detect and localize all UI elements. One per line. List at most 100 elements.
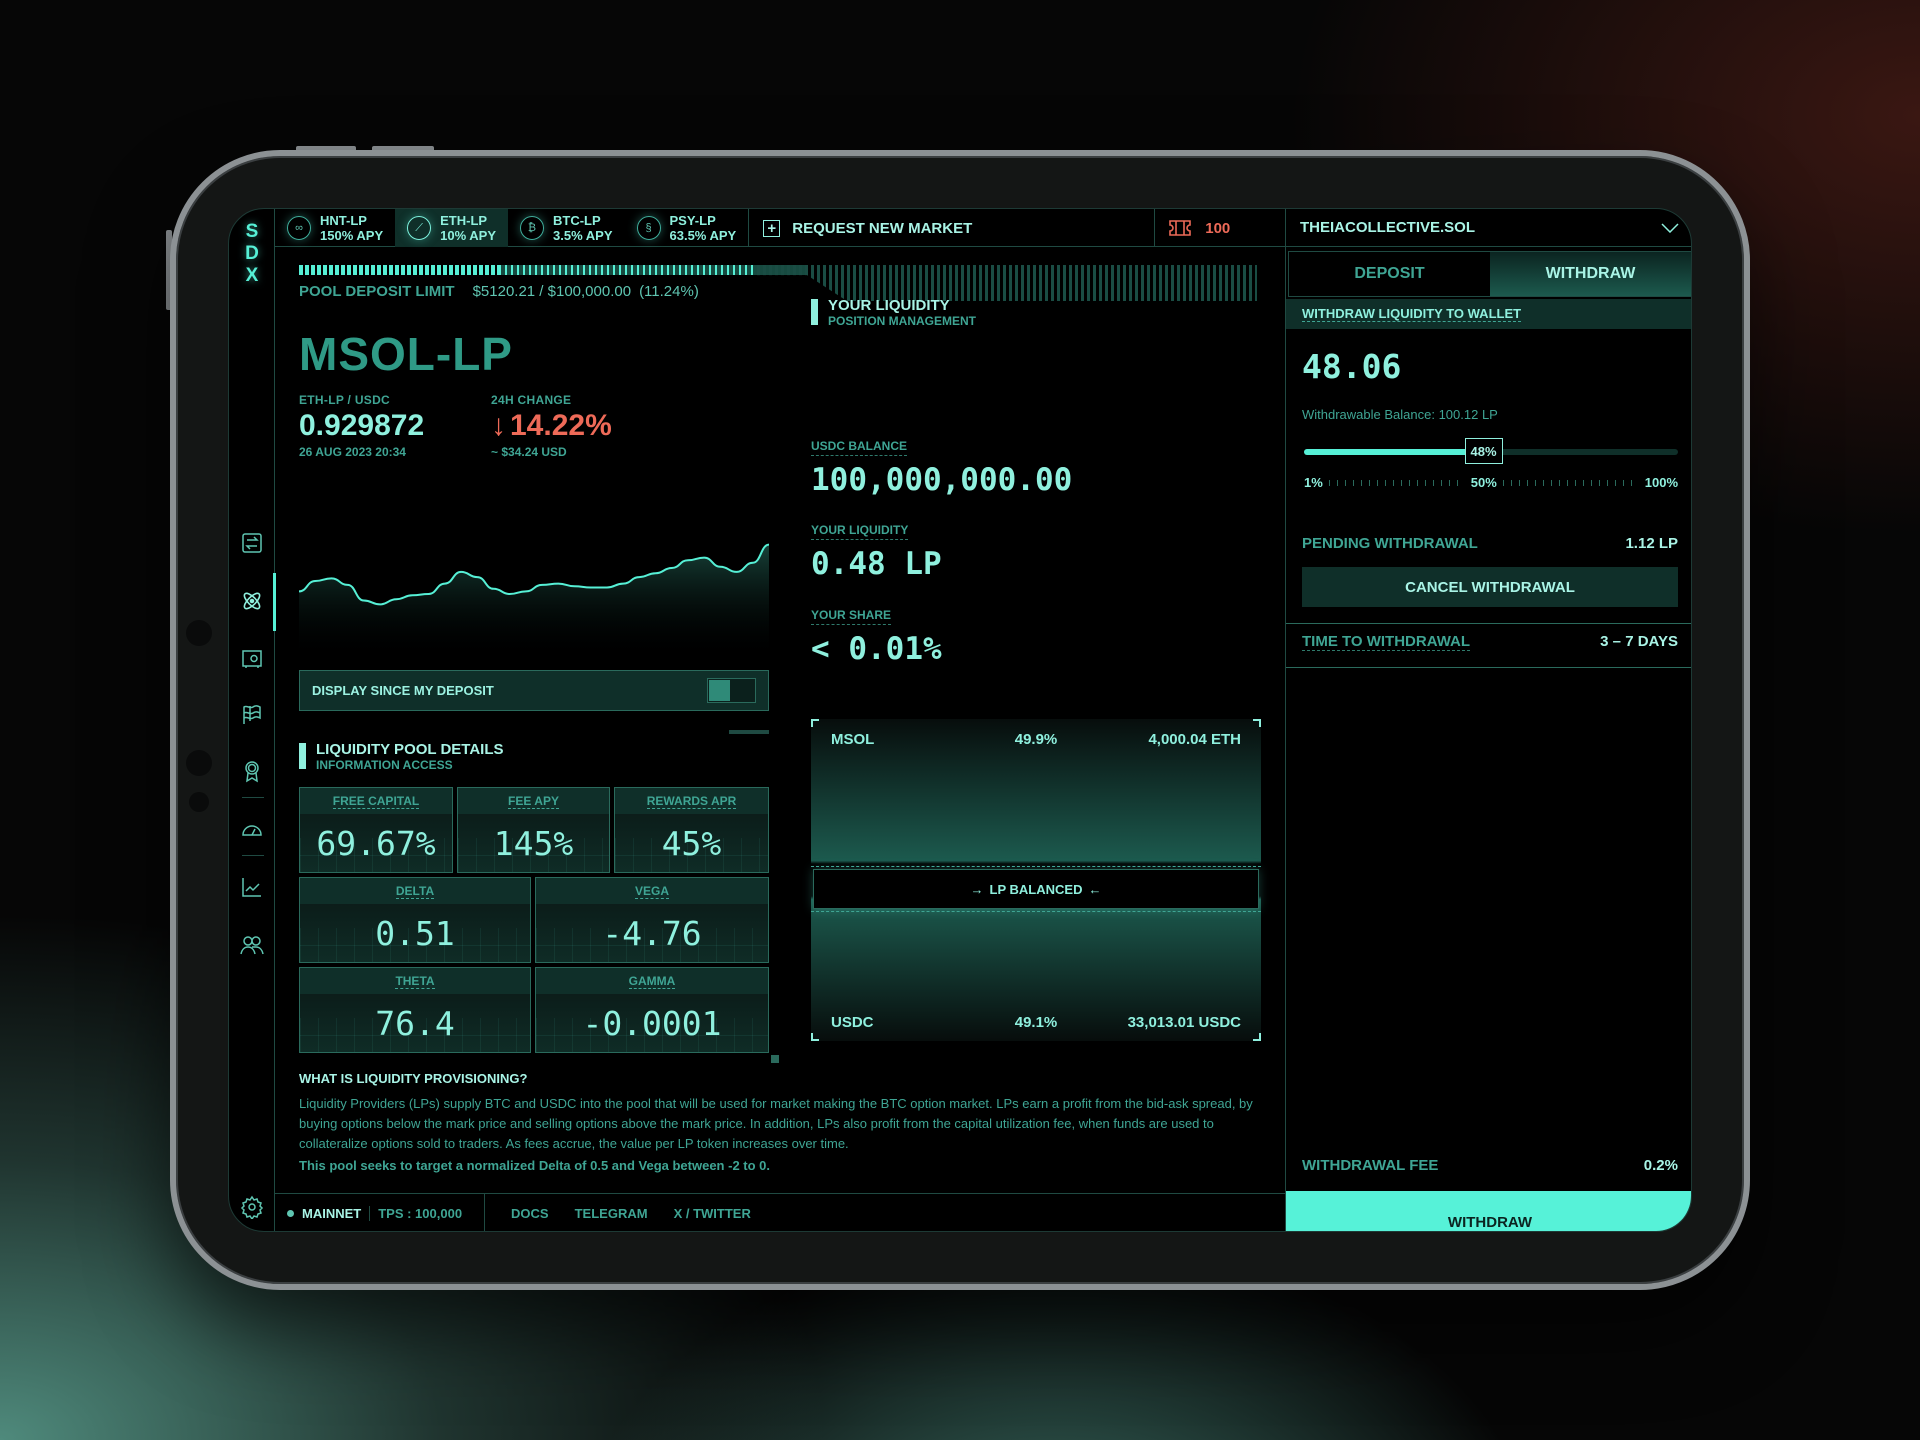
balance-asset: USDC (831, 1014, 874, 1031)
ticket-icon (1169, 220, 1192, 236)
gauge-icon[interactable] (240, 817, 264, 841)
stat-label: FEE APY (508, 794, 559, 809)
pool-details-title: LIQUIDITY POOL DETAILS (316, 741, 504, 758)
withdrawal-fee-label: WITHDRAWAL FEE (1302, 1157, 1439, 1174)
divider (811, 866, 1261, 867)
pair-price: 0.929872 (299, 409, 425, 442)
footer-bar: MAINNET TPS : 100,000 DOCS TELEGRAM X / … (275, 1193, 1285, 1231)
market-tab-psy[interactable]: § PSY-LP 63.5% APY (625, 209, 749, 247)
withdraw-percent-slider[interactable]: 48% (1304, 438, 1678, 464)
resize-handle (771, 1055, 779, 1063)
account-dropdown[interactable]: THEIACOLLECTIVE.SOL (1286, 209, 1691, 247)
chevron-down-icon (1661, 222, 1679, 233)
withdrawal-fee: WITHDRAWAL FEE 0.2% (1302, 1157, 1678, 1174)
usdc-balance: USDC BALANCE 100,000,000.00 (811, 437, 1072, 498)
deposit-limit-text: POOL DEPOSIT LIMIT $5120.21 / $100,000.00… (299, 283, 707, 300)
stat-value: 69.67% (316, 824, 436, 863)
vault-icon[interactable] (240, 647, 264, 671)
arrow-right-icon: → (970, 881, 984, 897)
greek-value: -0.0001 (582, 1004, 722, 1043)
decorative-line (729, 730, 769, 734)
settings-icon[interactable] (240, 1195, 264, 1221)
stat-label: REWARDS APR (646, 794, 737, 809)
docs-link[interactable]: DOCS (511, 1206, 549, 1221)
tickets-button[interactable]: 100 (1154, 209, 1260, 247)
network-name: MAINNET (302, 1206, 362, 1221)
your-liquidity-header: YOUR LIQUIDITY POSITION MANAGEMENT (811, 297, 976, 328)
deposit-limit-value: $5120.21 / $100,000.00 (472, 283, 632, 300)
withdraw-panel: THEIACOLLECTIVE.SOL DEPOSIT WITHDRAW WIT… (1285, 209, 1691, 1231)
toggle-label: DISPLAY SINCE MY DEPOSIT (312, 683, 494, 698)
account-name: THEIACOLLECTIVE.SOL (1300, 219, 1476, 236)
deposit-limit-decoration (757, 265, 1257, 301)
flag-icon[interactable] (240, 703, 264, 727)
lp-balanced-status: → LP BALANCED ← (813, 869, 1259, 909)
balance-amount: 4,000.04 ETH (1148, 731, 1241, 748)
tab-withdraw[interactable]: WITHDRAW (1490, 252, 1691, 296)
change-value: 14.22% (510, 409, 612, 442)
market-tabs-bar: ∞ HNT-LP 150% APY ⟋ ETH-LP 10% APY ₿ BTC-L… (275, 209, 1285, 247)
change-block: 24H CHANGE ↓ 14.22% ~ $34.24 USD (491, 393, 612, 459)
greek-label: VEGA (634, 884, 669, 899)
withdrawal-fee-value: 0.2% (1643, 1157, 1678, 1174)
balance-row-bottom: USDC 49.1% 33,013.01 USDC (831, 1014, 1241, 1031)
corner-bracket (811, 719, 819, 727)
greek-theta: THETA 76.4 (299, 967, 531, 1053)
users-icon[interactable] (240, 933, 264, 957)
section-accent-bar (299, 743, 306, 769)
greek-label: THETA (395, 974, 435, 989)
market-apy: 10% APY (440, 228, 496, 243)
info-body: Liquidity Providers (LPs) supply BTC and… (299, 1096, 1253, 1151)
market-tab-btc[interactable]: ₿ BTC-LP 3.5% APY (508, 209, 625, 247)
market-apy: 150% APY (320, 228, 384, 243)
chart-line-icon[interactable] (240, 875, 264, 899)
withdraw-amount-input[interactable]: 48.06 (1302, 347, 1401, 386)
slider-tick-min: 1% (1304, 475, 1323, 490)
pool-details-header: LIQUIDITY POOL DETAILS INFORMATION ACCES… (299, 741, 504, 772)
ticket-count: 100 (1205, 219, 1231, 237)
balance-percent: 49.9% (1014, 731, 1058, 748)
toggle-knob (709, 680, 730, 701)
network-status: MAINNET TPS : 100,000 (275, 1193, 486, 1231)
toggle-switch[interactable] (707, 678, 756, 703)
withdraw-submit-button[interactable]: WITHDRAW (1286, 1191, 1691, 1231)
telegram-link[interactable]: TELEGRAM (575, 1206, 648, 1221)
greek-value: -4.76 (602, 914, 702, 953)
market-tab-eth[interactable]: ⟋ ETH-LP 10% APY (395, 209, 508, 247)
twitter-link[interactable]: X / TWITTER (674, 1206, 751, 1221)
your-liquidity-label: YOUR LIQUIDITY (811, 523, 909, 540)
usdc-balance-label: USDC BALANCE (811, 439, 907, 456)
sdx-logo: S D X (245, 221, 259, 286)
pool-details-subtitle: INFORMATION ACCESS (316, 758, 453, 772)
info-target: This pool seeks to target a normalized D… (299, 1158, 771, 1173)
atom-icon[interactable] (240, 589, 264, 613)
cancel-withdrawal-button[interactable]: CANCEL WITHDRAWAL (1302, 567, 1678, 607)
divider (1286, 623, 1691, 624)
eth-icon: ⟋ (407, 216, 432, 240)
tab-deposit[interactable]: DEPOSIT (1289, 252, 1490, 296)
display-since-deposit-toggle[interactable]: DISPLAY SINCE MY DEPOSIT (299, 670, 769, 711)
deposit-limit-progress (299, 265, 805, 275)
swap-icon[interactable] (240, 531, 264, 555)
time-to-withdrawal-label: TIME TO WITHDRAWAL (1302, 633, 1471, 651)
arrow-left-icon: ← (1088, 881, 1102, 897)
award-icon[interactable] (240, 759, 264, 783)
device-camera (189, 792, 209, 812)
slider-tick-mid: 50% (1470, 475, 1497, 490)
market-tab-hnt[interactable]: ∞ HNT-LP 150% APY (275, 209, 395, 247)
your-liquidity-title: YOUR LIQUIDITY (828, 297, 950, 314)
sidebar-divider (242, 855, 264, 856)
change-label: 24H CHANGE (491, 393, 572, 407)
sidebar-divider (242, 797, 264, 798)
slider-ticks: 1% 50% 100% (1304, 475, 1678, 490)
stat-value: 45% (661, 824, 722, 863)
request-new-market-button[interactable]: + REQUEST NEW MARKET (748, 209, 1154, 247)
your-share-value: < 0.01% (811, 631, 942, 667)
slider-thumb[interactable]: 48% (1464, 438, 1503, 464)
slider-fill (1304, 449, 1484, 455)
your-liquidity-amount: YOUR LIQUIDITY 0.48 LP (811, 521, 942, 582)
deposit-limit-percent: (11.24%) (639, 283, 699, 300)
market-name: PSY-LP (669, 213, 716, 228)
balance-row-top: MSOL 49.9% 4,000.04 ETH (831, 731, 1241, 748)
stat-label: FREE CAPITAL (332, 794, 420, 809)
